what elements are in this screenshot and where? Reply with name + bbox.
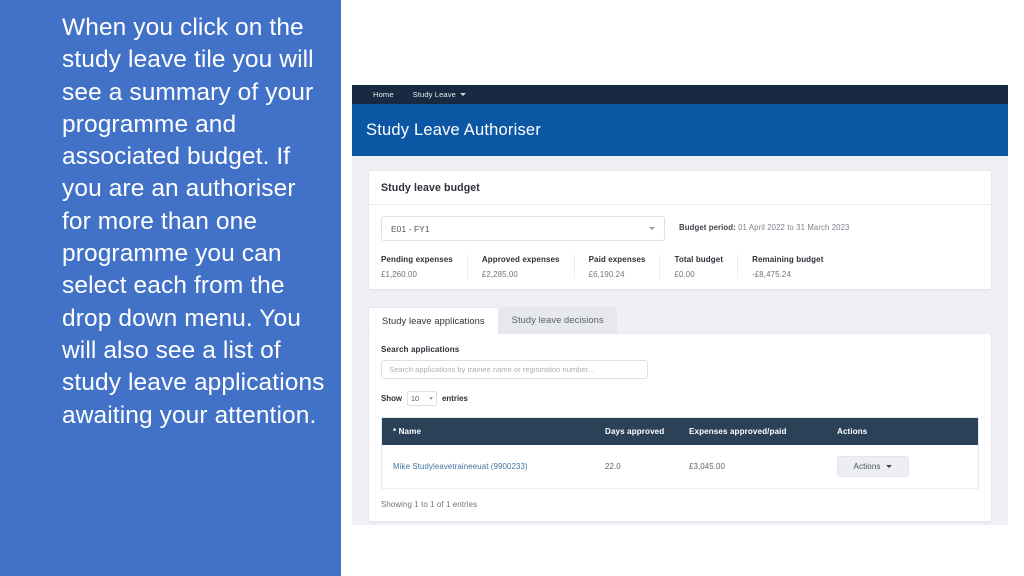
budget-period-label: Budget period:	[679, 223, 736, 232]
budget-top-row: E01 - FY1 Budget period: 01 April 2022 t…	[381, 216, 979, 241]
column-header-actions: Actions	[837, 417, 979, 445]
programme-select-value: E01 - FY1	[391, 223, 430, 234]
column-header-expenses[interactable]: Expenses approved/paid	[689, 417, 837, 445]
actions-button-label: Actions	[853, 462, 881, 471]
tab-bar: Study leave applications Study leave dec…	[368, 306, 992, 334]
stat-label: Pending expenses	[381, 255, 453, 264]
budget-period: Budget period: 01 April 2022 to 31 March…	[679, 216, 850, 232]
chevron-down-icon	[886, 465, 893, 468]
stat-pending-expenses: Pending expenses £1,260.00	[381, 255, 468, 279]
table-row: Mike Studyleavetraineeuat (9900233) 22.0…	[381, 445, 979, 489]
stat-label: Remaining budget	[752, 255, 824, 264]
page-body: Study leave budget E01 - FY1 Budget peri…	[352, 156, 1008, 525]
chevron-down-icon	[649, 227, 655, 230]
show-entries-row: Show 10 entries	[381, 391, 979, 406]
cell-expenses: £3,045.00	[689, 445, 837, 489]
column-header-days[interactable]: Days approved	[605, 417, 689, 445]
budget-card-content: E01 - FY1 Budget period: 01 April 2022 t…	[369, 205, 991, 289]
stat-value: -£8,475.24	[752, 270, 791, 279]
nav-item-study-leave-label: Study Leave	[412, 90, 456, 99]
search-applications-label: Search applications	[381, 345, 460, 354]
application-window: Home Study Leave Study Leave Authoriser …	[352, 85, 1008, 525]
stat-value: £2,285.00	[481, 270, 518, 279]
stat-value: £1,260.00	[381, 270, 418, 279]
tab-study-leave-applications[interactable]: Study leave applications	[368, 307, 499, 334]
slide-text-panel: When you click on the study leave tile y…	[0, 0, 341, 576]
table-head: * Name Days approved Expenses approved/p…	[381, 417, 979, 445]
applications-card: Search applications Show 10 entries * Na…	[368, 333, 992, 522]
search-input[interactable]	[381, 360, 648, 379]
nav-item-study-leave[interactable]: Study Leave	[413, 90, 466, 99]
cell-name: Mike Studyleavetraineeuat (9900233)	[381, 445, 605, 489]
trainee-name-link[interactable]: Mike Studyleavetraineeuat (9900233)	[393, 462, 528, 471]
stat-label: Total budget	[674, 255, 724, 264]
study-leave-budget-card: Study leave budget E01 - FY1 Budget peri…	[368, 170, 992, 290]
programme-select[interactable]: E01 - FY1	[381, 216, 665, 241]
top-navigation-bar: Home Study Leave	[352, 85, 1008, 104]
showing-entries-text: Showing 1 to 1 of 1 entries	[381, 500, 478, 509]
actions-button[interactable]: Actions	[837, 456, 909, 477]
nav-item-home-label: Home	[373, 90, 394, 99]
cell-days-approved: 22.0	[605, 445, 689, 489]
page-title: Study Leave Authoriser	[366, 120, 542, 139]
stat-value: £0.00	[674, 270, 695, 279]
tab-study-leave-decisions[interactable]: Study leave decisions	[498, 307, 617, 333]
stat-approved-expenses: Approved expenses £2,285.00	[482, 255, 575, 279]
stat-label: Paid expenses	[588, 255, 646, 264]
tab-label: Study leave applications	[382, 316, 485, 326]
stat-label: Approved expenses	[481, 255, 560, 264]
chevron-down-icon	[459, 93, 466, 96]
budget-period-value: 01 April 2022 to 31 March 2023	[738, 223, 850, 232]
tab-label: Study leave decisions	[511, 315, 604, 325]
stat-paid-expenses: Paid expenses £6,190.24	[589, 255, 661, 279]
entries-per-page-select[interactable]: 10	[407, 391, 438, 406]
page-header-bar: Study Leave Authoriser	[352, 104, 1008, 156]
applications-table: * Name Days approved Expenses approved/p…	[381, 417, 979, 489]
stat-remaining-budget: Remaining budget -£8,475.24	[752, 255, 837, 279]
budget-stats: Pending expenses £1,260.00 Approved expe…	[381, 255, 979, 279]
show-entries-suffix: entries	[442, 394, 468, 403]
cell-actions: Actions	[837, 445, 979, 489]
table-body: Mike Studyleavetraineeuat (9900233) 22.0…	[381, 445, 979, 489]
entries-per-page-value: 10	[411, 394, 420, 403]
stat-value: £6,190.24	[588, 270, 625, 279]
show-entries-prefix: Show	[381, 394, 403, 403]
nav-item-home[interactable]: Home	[373, 90, 394, 99]
budget-card-title: Study leave budget	[369, 171, 991, 205]
chevron-down-icon	[429, 397, 434, 400]
column-header-name[interactable]: * Name	[381, 417, 605, 445]
stat-total-budget: Total budget £0.00	[674, 255, 739, 279]
slide-body-text: When you click on the study leave tile y…	[62, 14, 332, 429]
table-header-row: * Name Days approved Expenses approved/p…	[381, 417, 979, 445]
